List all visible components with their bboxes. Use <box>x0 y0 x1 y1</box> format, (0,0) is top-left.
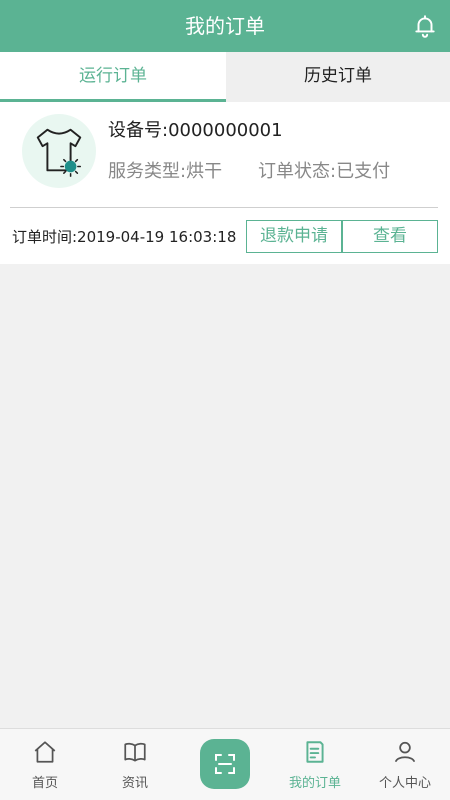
nav-item-my-orders[interactable]: 我的订单 <box>270 729 360 800</box>
nav-label-profile: 个人中心 <box>378 776 431 791</box>
book-icon <box>124 742 146 762</box>
service-type: 服务类型:烘干 <box>108 161 223 182</box>
order-list-icon <box>306 741 324 763</box>
bell-icon[interactable] <box>412 13 438 39</box>
shirt-dryer-icon <box>22 114 96 188</box>
refund-request-button[interactable]: 退款申请 <box>246 220 342 253</box>
order-tabs: 运行订单 历史订单 <box>0 52 450 102</box>
nav-label-my-orders: 我的订单 <box>288 776 341 791</box>
view-order-button[interactable]: 查看 <box>342 220 438 253</box>
scan-button[interactable] <box>200 739 250 789</box>
order-card[interactable]: 设备号:0000000001 服务类型:烘干 订单状态:已支付 订单时间:201… <box>0 102 450 264</box>
user-icon <box>394 741 416 763</box>
nav-label-home: 首页 <box>31 776 58 791</box>
device-number: 设备号:0000000001 <box>108 120 283 141</box>
order-status: 订单状态:已支付 <box>258 161 391 182</box>
page-title: 我的订单 <box>185 14 265 38</box>
scan-icon <box>215 754 235 774</box>
nav-label-news: 资讯 <box>121 776 148 791</box>
nav-item-news[interactable]: 资讯 <box>90 729 180 800</box>
tab-running-orders[interactable]: 运行订单 <box>0 52 226 102</box>
nav-item-profile[interactable]: 个人中心 <box>360 729 450 800</box>
nav-item-home[interactable]: 首页 <box>0 729 90 800</box>
home-icon <box>34 741 56 763</box>
tab-history-orders[interactable]: 历史订单 <box>226 52 450 102</box>
divider <box>10 207 438 208</box>
app-header: 我的订单 <box>0 0 450 52</box>
order-time: 订单时间:2019-04-19 16:03:18 <box>12 228 237 246</box>
bottom-nav: 首页 资讯 我的订单 个人中心 <box>0 728 450 800</box>
